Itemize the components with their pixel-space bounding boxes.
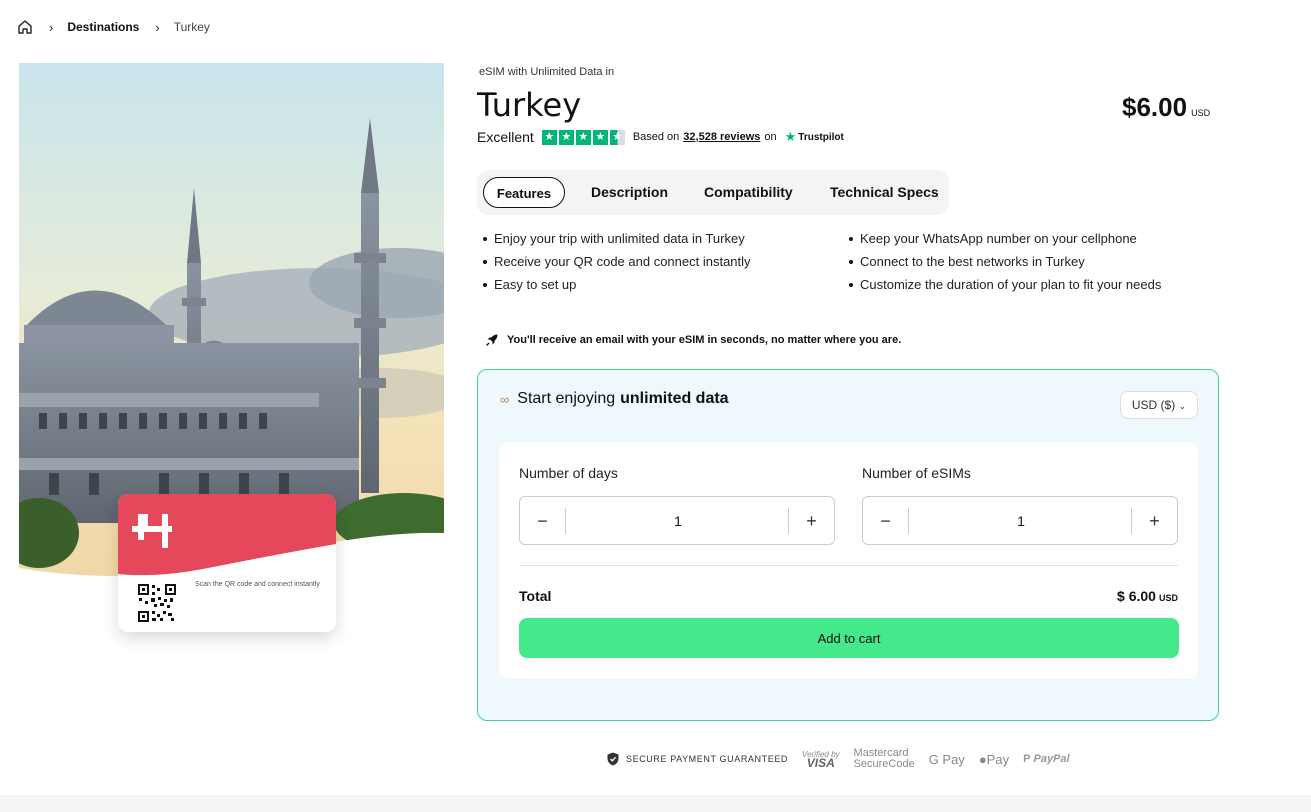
list-item: Receive your QR code and connect instant… <box>482 254 848 270</box>
star-icon: ★ <box>541 129 557 145</box>
days-increment-button[interactable]: + <box>788 508 834 534</box>
apple-pay-text: Pay <box>986 751 1010 767</box>
secure-payment-badge: SECURE PAYMENT GUARANTEED <box>607 752 788 766</box>
star-icon: ★ <box>575 129 591 145</box>
esim-card-illustration: Scan the QR code and connect instantly <box>118 494 336 632</box>
paypal-text: PayPal <box>1033 753 1070 765</box>
product-subtitle: eSIM with Unlimited Data in <box>479 66 615 78</box>
apple-pay-logo: ●Pay <box>979 752 1009 767</box>
total-currency: USD <box>1158 593 1178 603</box>
esims-increment-button[interactable]: + <box>1131 508 1177 534</box>
mastercard-securecode-logo: Mastercard SecureCode <box>854 748 915 770</box>
currency-select[interactable]: USD ($) ⌄ <box>1120 391 1198 419</box>
days-stepper: − + <box>519 496 835 545</box>
rating-stars: ★ ★ ★ ★ ★ <box>541 129 625 145</box>
list-item: Connect to the best networks in Turkey <box>848 254 1202 270</box>
card-caption: Scan the QR code and connect instantly <box>195 581 320 588</box>
product-tabs: Features Description Compatibility Techn… <box>477 170 949 215</box>
trustpilot-logo[interactable]: ★ Trustpilot <box>785 129 844 145</box>
secure-payment-text: SECURE PAYMENT GUARANTEED <box>626 754 789 764</box>
list-item: Keep your WhatsApp number on your cellph… <box>848 231 1202 247</box>
rating-label: Excellent <box>477 129 534 145</box>
price-amount: $6.00 <box>1122 92 1188 122</box>
panel-heading-bold: unlimited data <box>620 390 729 407</box>
paypal-icon: P <box>1023 753 1031 765</box>
card-brand-banner <box>118 494 336 576</box>
days-decrement-button[interactable]: − <box>520 508 566 534</box>
tab-description[interactable]: Description <box>591 177 668 208</box>
verified-by-visa-logo: Verified by VISA <box>802 750 840 770</box>
tab-features[interactable]: Features <box>483 177 565 208</box>
infinity-icon: ∞ <box>500 391 510 407</box>
paypal-logo: P PayPal <box>1023 753 1070 765</box>
star-icon: ★ <box>592 129 608 145</box>
footer-band <box>0 795 1311 812</box>
trustpilot-star-icon: ★ <box>784 129 797 144</box>
star-half-icon: ★ <box>609 129 625 145</box>
panel-heading-prefix: Start enjoying <box>517 390 616 407</box>
product-price: $6.00 USD <box>1122 92 1210 123</box>
list-item: Enjoy your trip with unlimited data in T… <box>482 231 848 247</box>
divider <box>519 565 1178 566</box>
list-item: Customize the duration of your plan to f… <box>848 277 1202 293</box>
qr-code-icon <box>138 584 176 622</box>
delivery-notice: You'll receive an email with your eSIM i… <box>485 333 901 347</box>
esims-decrement-button[interactable]: − <box>863 508 909 534</box>
features-list: Enjoy your trip with unlimited data in T… <box>482 231 1202 293</box>
breadcrumb-destinations[interactable]: Destinations <box>67 20 139 34</box>
based-on-text: Based on <box>632 131 680 143</box>
page-title: Turkey <box>477 86 582 124</box>
price-currency: USD <box>1191 108 1211 118</box>
total-label: Total <box>519 588 552 604</box>
days-input[interactable] <box>567 503 789 538</box>
notice-text: You'll receive an email with your eSIM i… <box>507 334 902 346</box>
purchase-panel: ∞ Start enjoying unlimited data USD ($) … <box>477 369 1219 721</box>
total-value: $ 6.00 USD <box>1117 588 1178 604</box>
tab-technical-specs[interactable]: Technical Specs <box>830 177 939 208</box>
esims-label: Number of eSIMs <box>862 465 971 481</box>
rocket-icon <box>486 334 498 346</box>
google-pay-logo: G Pay <box>928 751 965 767</box>
apple-icon: ● <box>978 751 987 767</box>
trustpilot-label: Trustpilot <box>798 131 844 143</box>
quantity-form: Number of days − + Number of eSIMs − + T… <box>499 443 1198 678</box>
breadcrumb: › Destinations › Turkey <box>17 17 210 37</box>
trustpilot-rating: Excellent ★ ★ ★ ★ ★ Based on 32,528 revi… <box>477 129 844 145</box>
esims-input[interactable] <box>910 503 1132 538</box>
add-to-cart-button[interactable]: Add to cart <box>519 618 1179 658</box>
breadcrumb-current: Turkey <box>173 20 210 34</box>
chevron-right-icon: › <box>49 19 54 35</box>
tab-compatibility[interactable]: Compatibility <box>704 177 793 208</box>
visa-text: VISA <box>806 756 835 770</box>
star-icon: ★ <box>558 129 574 145</box>
days-label: Number of days <box>519 465 618 481</box>
panel-heading: ∞ Start enjoying unlimited data <box>500 390 729 408</box>
reviews-link[interactable]: 32,528 reviews <box>683 131 760 143</box>
total-amount: $ 6.00 <box>1117 588 1156 604</box>
list-item: Easy to set up <box>482 277 848 293</box>
on-text: on <box>764 131 777 143</box>
currency-select-value: USD ($) <box>1131 398 1176 412</box>
payment-methods: SECURE PAYMENT GUARANTEED Verified by VI… <box>607 745 1070 773</box>
chevron-down-icon: ⌄ <box>1178 401 1187 411</box>
shield-icon <box>607 752 619 766</box>
home-icon[interactable] <box>17 19 33 35</box>
chevron-right-icon: › <box>155 19 160 35</box>
esims-stepper: − + <box>862 496 1178 545</box>
securecode-text: SecureCode <box>853 758 915 770</box>
